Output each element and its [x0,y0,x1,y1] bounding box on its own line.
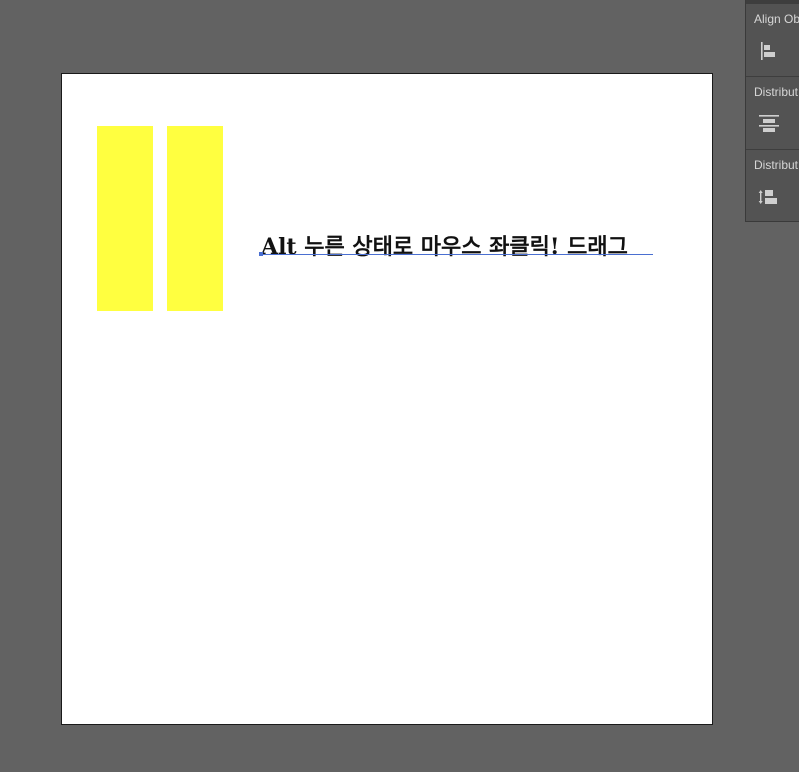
text-anchor-point[interactable] [259,252,263,256]
text-baseline [261,254,653,255]
distribute-objects-section: Distribut [746,77,799,150]
align-objects-section: Align Ob [746,4,799,77]
yellow-rectangle-2[interactable] [167,126,223,311]
align-panel: Align Ob Distribut Distribut [745,0,799,222]
distribute-spacing-section: Distribut [746,150,799,223]
align-left-icon[interactable] [756,38,782,64]
artboard[interactable]: Alt 누른 상태로 마우스 좌클릭! 드래그 [61,73,713,725]
yellow-rectangle-1[interactable] [97,126,153,311]
section-label-distribute-spacing: Distribut [754,158,799,172]
section-label-align-objects: Align Ob [754,12,799,26]
section-label-distribute-objects: Distribut [754,85,799,99]
distribute-spacing-icon[interactable] [756,184,782,210]
distribute-vertical-center-icon[interactable] [756,111,782,137]
